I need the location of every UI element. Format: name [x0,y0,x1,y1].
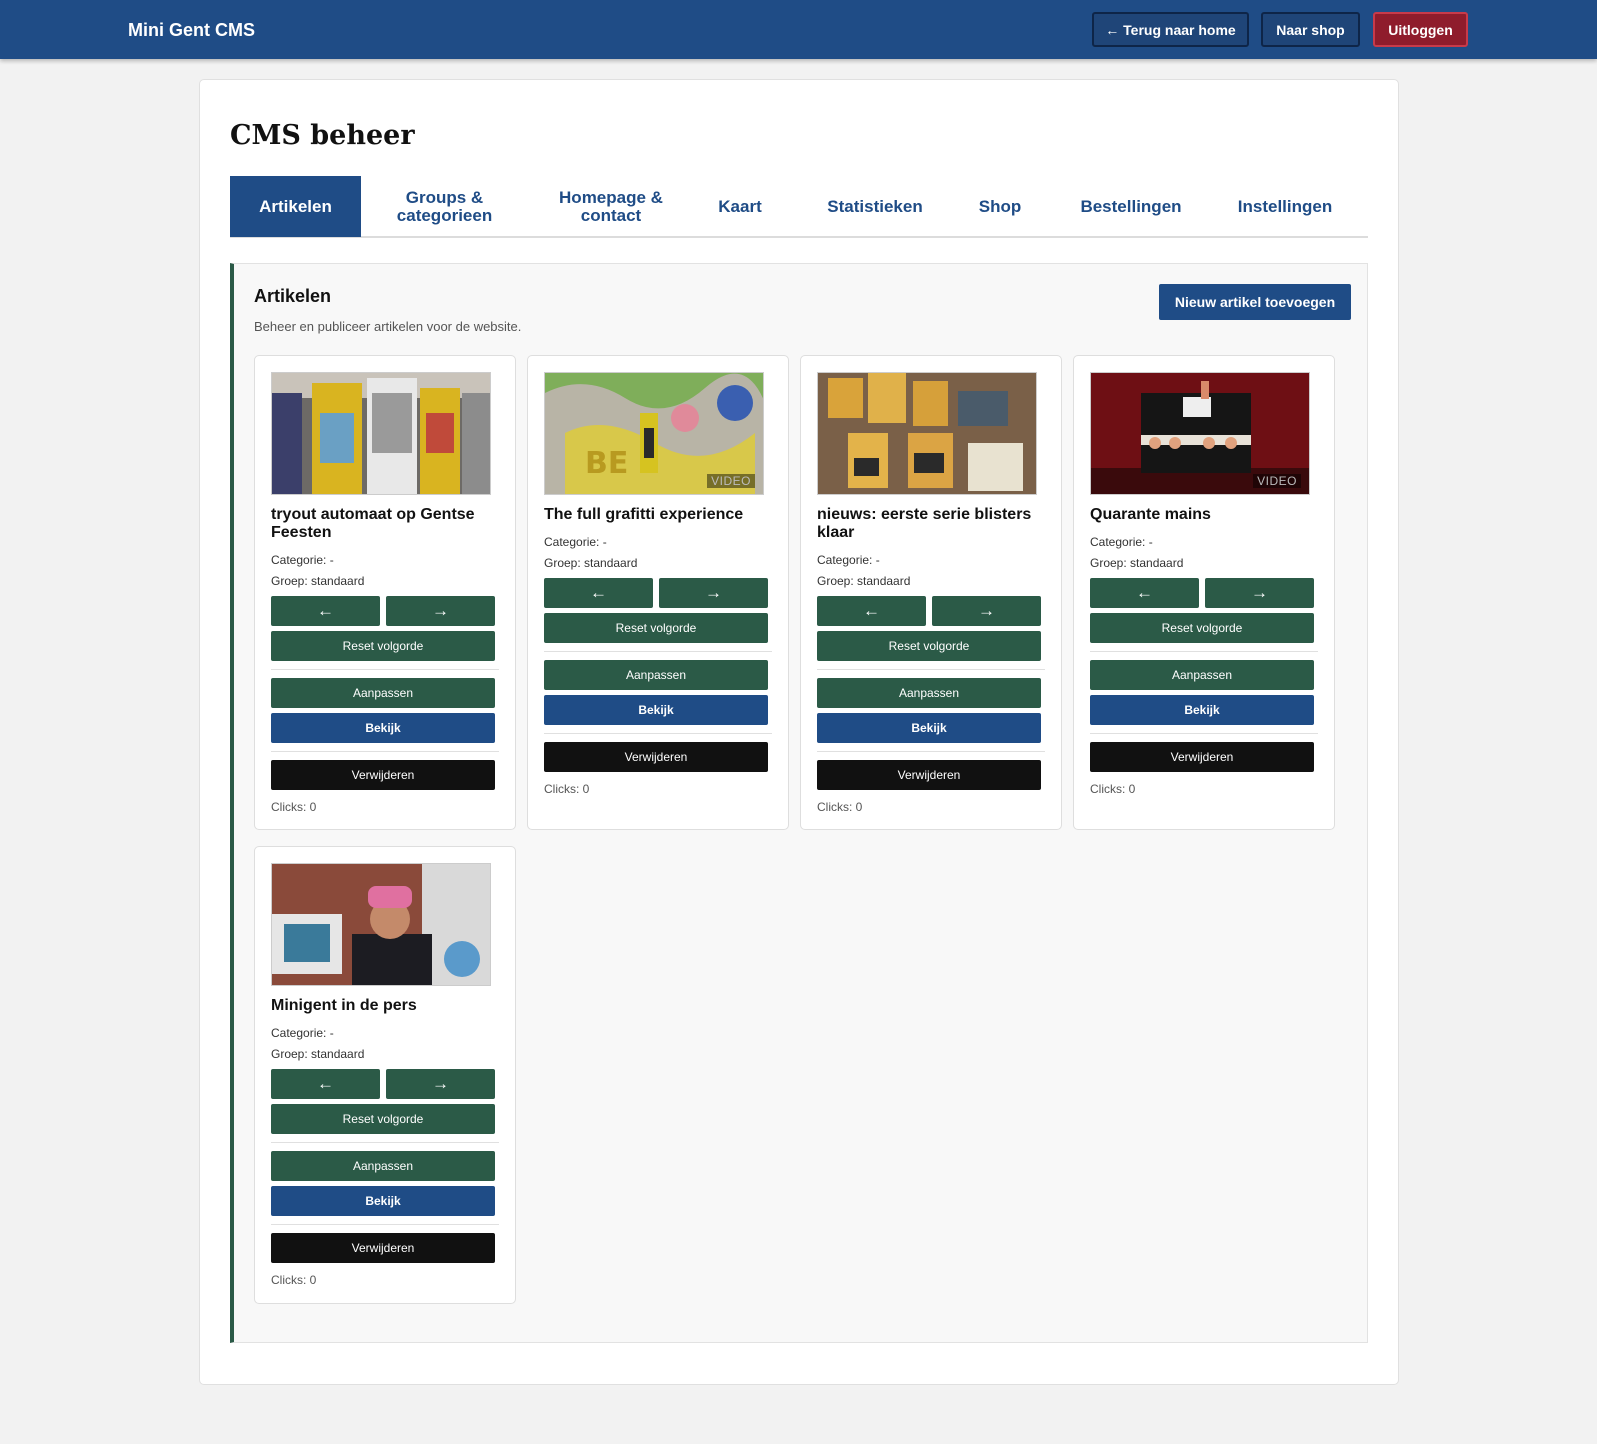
divider [817,751,1045,752]
tab-bar: Artikelen Groups & categorieen Homepage … [230,176,1368,238]
section-title: Artikelen [254,286,332,306]
move-right-button[interactable]: → [932,596,1041,626]
delete-button[interactable]: Verwijderen [817,760,1041,790]
article-category: Categorie: - [817,553,880,567]
move-right-button[interactable]: → [386,596,495,626]
delete-button[interactable]: Verwijderen [271,1233,495,1263]
back-home-button[interactable]: ← Terug naar home [1092,12,1249,47]
to-shop-button[interactable]: Naar shop [1261,12,1360,47]
article-title: tryout automaat op Gentse Feesten [271,506,475,541]
divider [271,751,499,752]
article-card: BE VIDEO The full grafitti experience Ca… [527,355,789,830]
tab-bestellingen[interactable]: Bestellingen [1066,176,1196,237]
article-card: VIDEO Quarante mains Categorie: - Groep:… [1073,355,1335,830]
move-right-button[interactable]: → [659,578,768,608]
edit-button[interactable]: Aanpassen [271,678,495,708]
logout-button[interactable]: Uitloggen [1373,12,1468,47]
article-group: Groep: standaard [544,556,638,570]
tab-artikelen[interactable]: Artikelen [230,176,361,237]
svg-text:BE: BE [585,446,628,481]
view-button[interactable]: Bekijk [271,1186,495,1216]
video-badge: VIDEO [707,474,755,488]
divider [271,1142,499,1143]
top-navigation-bar: Mini Gent CMS ← Terug naar home Naar sho… [0,0,1597,59]
divider [1090,651,1318,652]
delete-button[interactable]: Verwijderen [1090,742,1314,772]
view-button[interactable]: Bekijk [271,713,495,743]
tab-kaart[interactable]: Kaart [700,176,780,237]
reset-order-button[interactable]: Reset volgorde [271,1104,495,1134]
delete-button[interactable]: Verwijderen [271,760,495,790]
click-count: Clicks: 0 [271,800,317,814]
article-category: Categorie: - [271,553,334,567]
move-left-button[interactable]: ← [1090,578,1199,608]
cms-panel: CMS beheer Artikelen Groups & categoriee… [199,79,1399,1385]
article-thumbnail[interactable]: BE VIDEO [544,372,764,495]
reset-order-button[interactable]: Reset volgorde [544,613,768,643]
divider [544,733,772,734]
move-left-button[interactable]: ← [544,578,653,608]
section-subtitle: Beheer en publiceer artikelen voor de we… [254,319,522,334]
click-count: Clicks: 0 [1090,782,1136,796]
tab-homepage-contact[interactable]: Homepage & contact [546,176,676,237]
divider [271,669,499,670]
article-title: Quarante mains [1090,506,1211,523]
edit-button[interactable]: Aanpassen [271,1151,495,1181]
view-button[interactable]: Bekijk [1090,695,1314,725]
tab-groups-categorieen[interactable]: Groups & categorieen [361,176,528,237]
article-group: Groep: standaard [817,574,911,588]
divider [1090,733,1318,734]
page-title: CMS beheer [230,120,415,151]
brand-title: Mini Gent CMS [128,20,255,40]
move-left-button[interactable]: ← [271,1069,380,1099]
article-thumbnail[interactable] [271,863,491,986]
article-category: Categorie: - [544,535,607,549]
move-left-button[interactable]: ← [271,596,380,626]
edit-button[interactable]: Aanpassen [817,678,1041,708]
article-thumbnail[interactable] [817,372,1037,495]
tab-instellingen[interactable]: Instellingen [1220,176,1350,237]
article-card: nieuws: eerste serie blisters klaar Cate… [800,355,1062,830]
article-title: nieuws: eerste serie blisters klaar [817,506,1032,541]
article-category: Categorie: - [1090,535,1153,549]
article-title: The full grafitti experience [544,506,744,523]
edit-button[interactable]: Aanpassen [544,660,768,690]
article-group: Groep: standaard [271,574,365,588]
reset-order-button[interactable]: Reset volgorde [817,631,1041,661]
delete-button[interactable]: Verwijderen [544,742,768,772]
divider [544,651,772,652]
article-group: Groep: standaard [271,1047,365,1061]
new-article-button[interactable]: Nieuw artikel toevoegen [1159,284,1351,320]
video-badge: VIDEO [1253,474,1301,488]
articles-section: Artikelen Beheer en publiceer artikelen … [230,263,1368,1343]
article-group: Groep: standaard [1090,556,1184,570]
move-right-button[interactable]: → [386,1069,495,1099]
move-right-button[interactable]: → [1205,578,1314,608]
click-count: Clicks: 0 [271,1273,317,1287]
article-card: Minigent in de pers Categorie: - Groep: … [254,846,516,1304]
article-card: tryout automaat op Gentse Feesten Catego… [254,355,516,830]
reset-order-button[interactable]: Reset volgorde [1090,613,1314,643]
article-thumbnail[interactable] [271,372,491,495]
click-count: Clicks: 0 [817,800,863,814]
divider [817,669,1045,670]
edit-button[interactable]: Aanpassen [1090,660,1314,690]
article-thumbnail[interactable]: VIDEO [1090,372,1310,495]
view-button[interactable]: Bekijk [817,713,1041,743]
article-category: Categorie: - [271,1026,334,1040]
tab-statistieken[interactable]: Statistieken [810,176,940,237]
article-title: Minigent in de pers [271,997,417,1014]
click-count: Clicks: 0 [544,782,590,796]
view-button[interactable]: Bekijk [544,695,768,725]
divider [271,1224,499,1225]
reset-order-button[interactable]: Reset volgorde [271,631,495,661]
tab-shop[interactable]: Shop [965,176,1035,237]
move-left-button[interactable]: ← [817,596,926,626]
